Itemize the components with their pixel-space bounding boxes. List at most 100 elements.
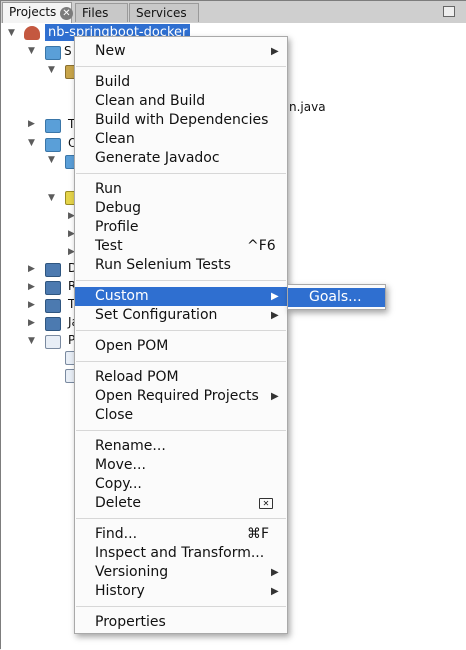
submenu-arrow-icon: ▶ (271, 46, 279, 57)
custom-submenu: Goals... (287, 284, 386, 310)
menu-item-label: Reload POM (95, 369, 179, 385)
tab-files[interactable]: Files (75, 3, 128, 22)
tree-item-label[interactable]: S (64, 43, 72, 59)
menu-item-versioning[interactable]: Versioning ▶ (75, 563, 287, 582)
menu-item-label: Clean and Build (95, 93, 206, 109)
maximize-icon[interactable] (443, 6, 455, 17)
collapse-toggle-icon[interactable]: ▶ (28, 264, 35, 274)
submenu-arrow-icon: ▶ (271, 291, 279, 302)
menu-item-new[interactable]: New ▶ (75, 42, 287, 61)
submenu-arrow-icon: ▶ (271, 567, 279, 578)
menu-item-reload-pom[interactable]: Reload POM (75, 368, 287, 387)
menu-item-label: Clean (95, 131, 135, 147)
menu-item-label: New (95, 43, 126, 59)
tab-files-label: Files (82, 6, 109, 20)
menu-separator (76, 330, 286, 331)
menu-item-custom[interactable]: Custom ▶ (75, 287, 287, 306)
menu-item-clean-and-build[interactable]: Clean and Build (75, 92, 287, 111)
collapse-toggle-icon[interactable]: ▶ (28, 318, 35, 328)
tab-bar: Projects ✕ Files Services (1, 1, 466, 24)
collapse-toggle-icon[interactable]: ▶ (28, 282, 35, 292)
menu-item-label: Run Selenium Tests (95, 257, 231, 273)
menu-item-copy[interactable]: Copy... (75, 475, 287, 494)
java-dependencies-icon (45, 317, 61, 331)
menu-item-rename[interactable]: Rename... (75, 437, 287, 456)
menu-shortcut: ⌘F (247, 526, 270, 542)
expand-toggle-icon[interactable]: ▼ (8, 28, 15, 38)
folder-icon (45, 138, 61, 152)
expand-toggle-icon[interactable]: ▼ (28, 46, 35, 56)
menu-item-goals[interactable]: Goals... (288, 288, 385, 307)
menu-item-label: Properties (95, 614, 166, 630)
menu-item-label: Build (95, 74, 131, 90)
menu-item-run-selenium-tests[interactable]: Run Selenium Tests (75, 256, 287, 275)
project-files-icon (45, 335, 61, 349)
tab-services-label: Services (136, 6, 187, 20)
menu-separator (76, 66, 286, 67)
menu-item-label: Inspect and Transform... (95, 545, 265, 561)
context-menu: New ▶ Build Clean and Build Build with D… (74, 36, 288, 634)
menu-item-label: Delete (95, 495, 141, 511)
menu-item-clean[interactable]: Clean (75, 130, 287, 149)
menu-item-delete[interactable]: Delete ✕ (75, 494, 287, 513)
folder-icon (45, 46, 61, 60)
menu-separator (76, 518, 286, 519)
submenu-arrow-icon: ▶ (271, 586, 279, 597)
menu-item-label: Versioning (95, 564, 169, 580)
menu-item-label: Open POM (95, 338, 169, 354)
menu-item-label: Rename... (95, 438, 166, 454)
menu-item-find[interactable]: Find... ⌘F (75, 525, 287, 544)
menu-item-debug[interactable]: Debug (75, 199, 287, 218)
menu-item-inspect-and-transform[interactable]: Inspect and Transform... (75, 544, 287, 563)
menu-item-label: Test (95, 238, 123, 254)
collapse-toggle-icon[interactable]: ▶ (28, 300, 35, 310)
menu-item-label: History (95, 583, 145, 599)
menu-item-label: Copy... (95, 476, 142, 492)
submenu-arrow-icon: ▶ (271, 310, 279, 321)
menu-item-build-with-dependencies[interactable]: Build with Dependencies (75, 111, 287, 130)
expand-toggle-icon[interactable]: ▼ (28, 138, 35, 148)
menu-item-label: Set Configuration (95, 307, 218, 323)
expand-toggle-icon[interactable]: ▼ (28, 336, 35, 346)
tab-projects-label: Projects (9, 5, 57, 19)
expand-toggle-icon[interactable]: ▼ (48, 193, 55, 203)
tab-projects[interactable]: Projects ✕ (2, 2, 73, 23)
menu-separator (76, 430, 286, 431)
expand-toggle-icon[interactable]: ▼ (48, 65, 55, 75)
menu-item-generate-javadoc[interactable]: Generate Javadoc (75, 149, 287, 168)
menu-item-move[interactable]: Move... (75, 456, 287, 475)
menu-item-close[interactable]: Close (75, 406, 287, 425)
menu-item-label: Open Required Projects (95, 388, 259, 404)
menu-separator (76, 173, 286, 174)
menu-item-history[interactable]: History ▶ (75, 582, 287, 601)
maven-project-icon (24, 26, 40, 40)
menu-item-build[interactable]: Build (75, 73, 287, 92)
menu-separator (76, 361, 286, 362)
submenu-arrow-icon: ▶ (271, 391, 279, 402)
menu-item-label: Generate Javadoc (95, 150, 220, 166)
expand-toggle-icon[interactable]: ▼ (48, 155, 55, 165)
java-file-label[interactable]: n.java (289, 99, 326, 115)
dependencies-icon (45, 281, 61, 295)
menu-separator (76, 280, 286, 281)
menu-item-label: Custom (95, 288, 149, 304)
menu-item-label: Move... (95, 457, 146, 473)
menu-item-run[interactable]: Run (75, 180, 287, 199)
menu-item-open-required-projects[interactable]: Open Required Projects ▶ (75, 387, 287, 406)
delete-key-icon: ✕ (259, 498, 273, 509)
menu-item-properties[interactable]: Properties (75, 613, 287, 632)
close-icon[interactable]: ✕ (60, 7, 73, 20)
menu-item-test[interactable]: Test ^F6 (75, 237, 287, 256)
dependencies-icon (45, 263, 61, 277)
menu-item-set-configuration[interactable]: Set Configuration ▶ (75, 306, 287, 325)
menu-item-label: Goals... (309, 289, 362, 305)
menu-item-label: Close (95, 407, 134, 423)
menu-item-label: Profile (95, 219, 139, 235)
folder-icon (45, 119, 61, 133)
menu-separator (76, 606, 286, 607)
collapse-toggle-icon[interactable]: ▶ (28, 119, 35, 129)
menu-item-profile[interactable]: Profile (75, 218, 287, 237)
menu-item-label: Run (95, 181, 122, 197)
tab-services[interactable]: Services (129, 3, 199, 22)
menu-item-open-pom[interactable]: Open POM (75, 337, 287, 356)
